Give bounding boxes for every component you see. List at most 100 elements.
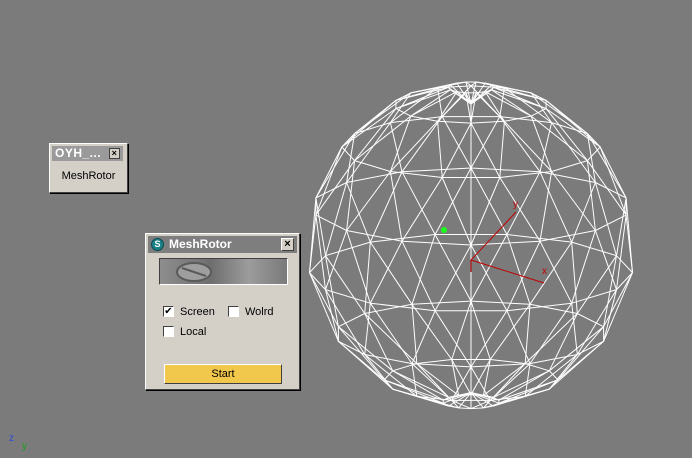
local-checkbox[interactable] xyxy=(163,325,174,337)
wireframe-edge xyxy=(437,121,443,178)
world-label: Wolrd xyxy=(245,306,274,318)
wireframe-edge xyxy=(577,313,604,328)
pivot-point xyxy=(441,227,447,233)
wireframe-edge xyxy=(309,215,317,273)
wireframe-edge xyxy=(524,354,578,397)
wireframe-edge xyxy=(603,272,633,342)
option-screen[interactable]: ✔ Screen xyxy=(163,305,215,319)
dialog-title: MeshRotor xyxy=(169,237,232,251)
wireframe-edge xyxy=(557,340,604,381)
mini-dialog-close-button[interactable]: × xyxy=(109,148,120,159)
wireframe-edge xyxy=(551,171,596,231)
wireframe-edge xyxy=(325,241,371,257)
wireframe-edge xyxy=(539,171,596,183)
wireframe-edge xyxy=(506,171,541,235)
wireframe-edge xyxy=(489,363,531,401)
banner-logo-icon xyxy=(176,262,212,282)
wireframe-edge xyxy=(571,241,617,257)
wireframe-edge xyxy=(551,122,588,134)
wireframe-edge xyxy=(441,122,472,178)
wireframe-edge xyxy=(370,302,436,312)
wireframe-edge xyxy=(401,171,436,235)
wireframe-edge xyxy=(309,272,339,342)
wireframe-edge xyxy=(411,310,436,364)
dialog-close-button[interactable]: × xyxy=(281,238,294,251)
wireframe-edge xyxy=(434,310,472,368)
wireframe-edge xyxy=(354,160,391,172)
wireframe-edge xyxy=(346,171,403,183)
gizmo-x-label: x xyxy=(542,266,547,277)
wireframe-edge xyxy=(364,354,418,397)
wireframe-edge xyxy=(341,146,355,161)
mini-dialog-titlebar[interactable]: OYH_... × xyxy=(52,146,123,161)
dialog-banner-image xyxy=(159,258,288,285)
wireframe-edge xyxy=(437,120,472,124)
wireframe-edge xyxy=(315,146,343,216)
wireframe-edge xyxy=(529,241,573,305)
tripod-y-label: y xyxy=(22,441,27,452)
wireframe-edge xyxy=(346,171,391,231)
wireframe-edge xyxy=(470,300,531,305)
wireframe-edge xyxy=(551,160,588,172)
wireframe-edge xyxy=(551,122,596,183)
wireframe-edge xyxy=(539,122,553,172)
wireframe-edge xyxy=(576,255,617,314)
wireframe-edge xyxy=(504,115,532,122)
meshrotor-launch-button[interactable]: MeshRotor xyxy=(56,167,121,185)
wireframe-edge xyxy=(499,87,505,117)
start-button[interactable]: Start xyxy=(164,364,282,384)
wireframe-edge xyxy=(325,182,348,256)
wireframe-edge xyxy=(489,304,531,360)
wireframe-edge xyxy=(506,302,572,312)
meshrotor-app-icon: S xyxy=(151,238,164,251)
gizmo-y-label: y xyxy=(513,199,518,210)
viewport-canvas[interactable] xyxy=(0,0,692,458)
wireframe-edge xyxy=(470,240,541,246)
viewport-corner-label: or xyxy=(0,0,9,3)
wireframe-edge xyxy=(470,122,501,178)
wireframe-edge xyxy=(411,300,472,305)
tripod-z-label: z xyxy=(9,433,14,444)
local-label: Local xyxy=(180,326,207,338)
wireframe-edge xyxy=(325,255,366,314)
screen-label: Screen xyxy=(180,306,215,318)
wireframe-edge xyxy=(529,302,573,364)
wireframe-edge xyxy=(411,363,453,401)
wireframe-edge xyxy=(451,300,472,360)
wireframe-edge xyxy=(594,182,617,256)
world-checkbox[interactable] xyxy=(228,305,239,317)
wireframe-edge xyxy=(506,310,531,364)
wireframe-edge xyxy=(504,120,552,172)
transform-gizmo[interactable] xyxy=(470,211,545,284)
wireframe-edge xyxy=(476,81,486,84)
wireframe-edge xyxy=(470,120,505,124)
option-local[interactable]: Local xyxy=(163,325,206,339)
wireframe-edge xyxy=(539,171,553,242)
wireframe-edge xyxy=(499,171,552,178)
screen-checkbox[interactable]: ✔ xyxy=(163,305,174,317)
wireframe-edge xyxy=(499,121,505,178)
wireframe-edge xyxy=(338,313,365,328)
wireframe-edge xyxy=(401,167,472,173)
wireframe-edge xyxy=(470,167,541,173)
wireframe-edge xyxy=(416,359,452,364)
wireframe-edge xyxy=(599,146,627,199)
wireframe-edge xyxy=(441,116,472,169)
wireframe-edge xyxy=(369,240,403,304)
wireframe-edge xyxy=(625,197,633,273)
meshrotor-dialog: S MeshRotor × ✔ Screen Wolrd Local Start xyxy=(145,233,300,390)
option-world[interactable]: Wolrd xyxy=(228,305,274,319)
wireframe-edge xyxy=(369,171,403,243)
wireframe-edge xyxy=(410,115,438,122)
wireframe-edge xyxy=(470,116,501,169)
wireframe-edge xyxy=(364,303,371,355)
wireframe-edge xyxy=(470,84,492,105)
wireframe-edge xyxy=(587,146,601,161)
dialog-titlebar[interactable]: S MeshRotor × xyxy=(148,236,297,253)
wireframe-edge xyxy=(416,363,459,396)
wireframe-edge xyxy=(490,359,526,364)
wireframe-edge xyxy=(434,244,472,311)
wireframe-edge xyxy=(401,240,472,246)
wireframe-edge xyxy=(545,108,601,148)
wireframe-edge xyxy=(470,310,508,368)
